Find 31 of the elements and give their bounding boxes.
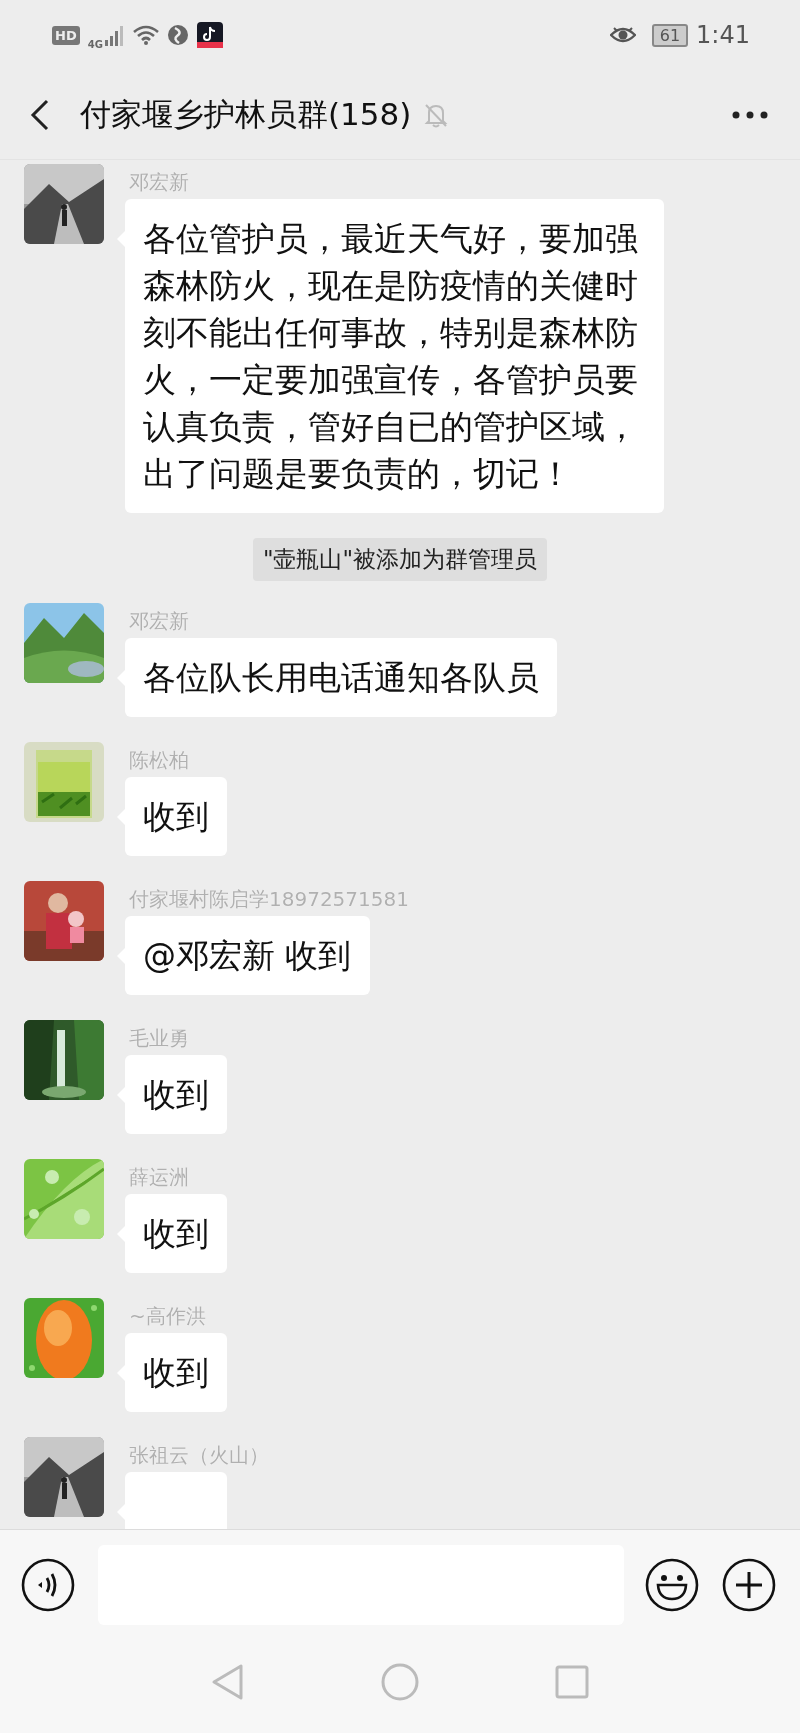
wifi-icon [132,24,159,46]
sender-name: 陈松柏 [128,747,189,774]
system-notice: "壶瓶山"被添加为群管理员 [252,538,548,581]
message-bubble[interactable]: 收到 [125,777,227,856]
sender-name: 薛运洲 [128,1164,189,1191]
sender-name: 毛业勇 [128,1025,189,1052]
sender-name: 张祖云（火山） [128,1442,269,1469]
battery-indicator: 61 [651,23,689,47]
message-bubble[interactable]: 收到 [125,1194,227,1273]
message-bubble[interactable]: 收到 [125,1333,227,1412]
sender-name: 邓宏新 [128,169,189,196]
message-bubble[interactable]: 各位队长用电话通知各队员 [125,638,557,717]
chat-title: 付家堰乡护林员群(158) [80,94,412,134]
sender-name: 付家堰村陈启学18972571581 [128,886,409,913]
more-icon[interactable] [732,110,768,119]
globe-icon [166,24,189,46]
message-bubble[interactable]: 收到 [125,1055,227,1134]
sender-name: ~高作洪 [128,1303,206,1330]
voice-icon[interactable] [21,1558,75,1612]
network-type: 4G [87,38,103,50]
clock-time: 1:41 [696,21,750,49]
sender-name: 邓宏新 [128,608,189,635]
emoji-icon[interactable] [645,1558,699,1612]
message-bubble[interactable]: @邓宏新 收到 [125,916,370,995]
hd-indicator: HD [52,25,80,45]
signal-icon [104,24,125,46]
eye-icon [609,26,636,44]
message-bubble[interactable]: 各位管护员，最近天气好，要加强森林防火，现在是防疫情的关健时刻不能出任何事故，特别是森林防火，一定要加强宣传，各管护员要认真负责，管好自已的管护区域，出了问题是要负责的，切记！ [125,199,664,513]
plus-icon[interactable] [722,1558,776,1612]
back-icon[interactable] [30,98,50,131]
music-app-icon [196,22,223,48]
